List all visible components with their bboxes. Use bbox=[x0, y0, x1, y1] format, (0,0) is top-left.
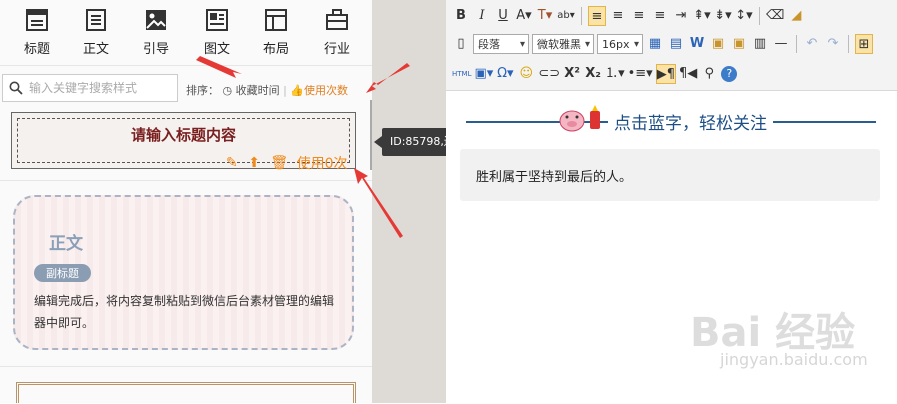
arrow-to-sort-time bbox=[196, 56, 242, 78]
arrow-to-sort-usage bbox=[366, 63, 410, 93]
watermark-url: jingyan.baidu.com bbox=[720, 350, 868, 369]
arrow-to-usage-count bbox=[354, 168, 403, 238]
